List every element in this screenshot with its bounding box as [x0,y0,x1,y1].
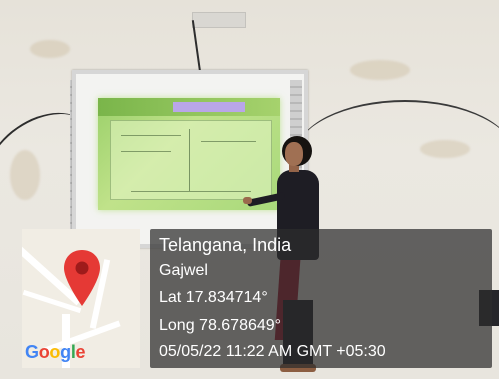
person-hand [243,197,252,204]
wall-stain [30,40,70,58]
diagram-line [131,191,251,192]
diagram-divider [189,129,190,191]
map-pin-icon [64,250,100,306]
longitude-value: Long 78.678649° [159,317,282,334]
diagram-line [121,151,171,152]
diagram-line [121,135,181,136]
timestamp-value: 05/05/22 11:22 AM GMT +05:30 [159,343,386,360]
person-face [285,142,303,166]
location-city: Gajwel [159,262,208,279]
geotag-info-panel: Telangana, India Gajwel Lat 17.834714° L… [150,229,492,368]
cable [295,100,499,212]
ceiling-projector-mount [192,12,246,28]
google-logo: Google [25,342,86,362]
wall-stain [350,60,410,80]
diagram-line [201,141,256,142]
slide-diagram [110,120,272,200]
location-title: Telangana, India [159,235,292,255]
projected-slide [98,98,280,210]
map-thumbnail: Google [22,229,140,368]
slide-title-tag [173,102,245,112]
latitude-value: Lat 17.834714° [159,289,268,306]
